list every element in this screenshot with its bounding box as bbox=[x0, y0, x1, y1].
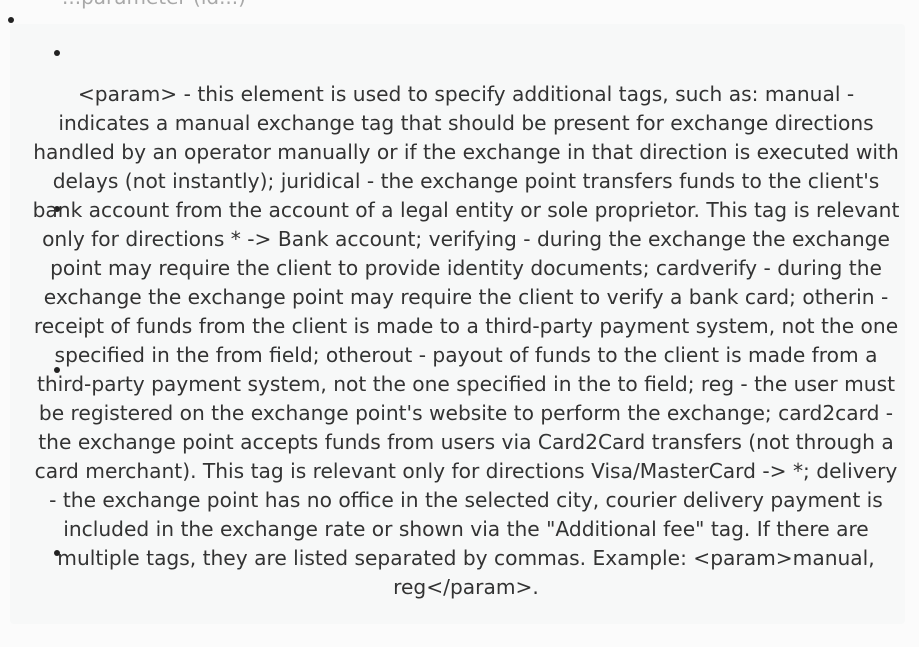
list-bullet-icon bbox=[8, 17, 14, 23]
list-bullet-icon bbox=[54, 50, 60, 56]
param-tag-description: <param> - this element is used to specif… bbox=[32, 82, 900, 599]
cut-off-text-fragment: ...parameter (id...) bbox=[62, 0, 246, 9]
